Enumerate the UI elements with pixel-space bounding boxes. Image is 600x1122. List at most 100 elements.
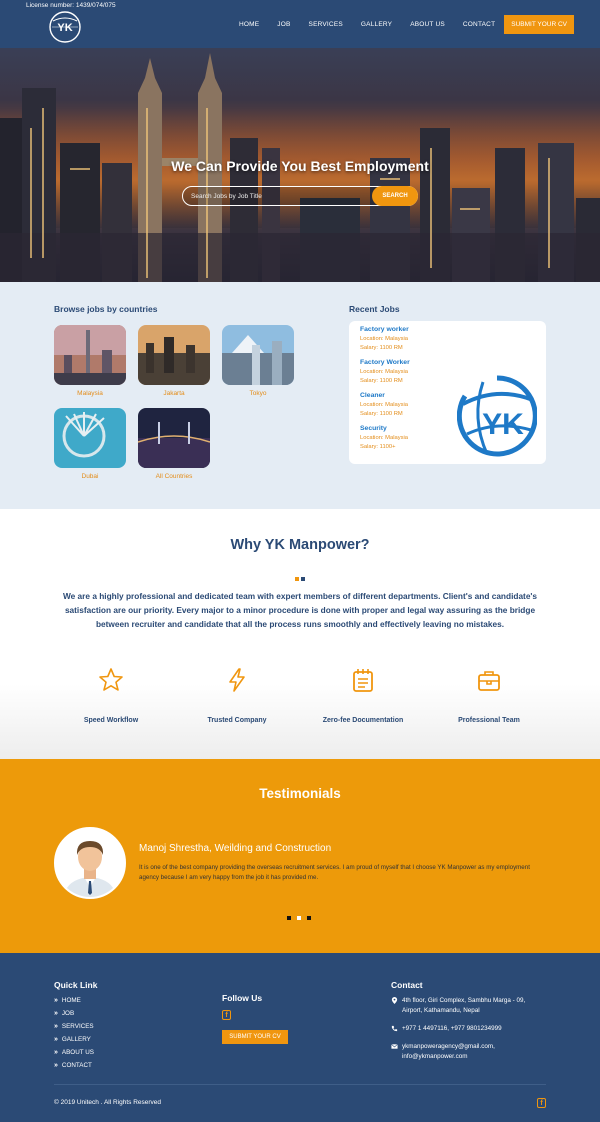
contact-phone: +977 1 4497116, +977 9801234999	[391, 1024, 502, 1034]
feature-label: Speed Workflow	[83, 717, 139, 724]
feature-speed-workflow: Speed Workflow	[51, 667, 171, 724]
star-icon	[99, 668, 123, 691]
jobs-section: Browse jobs by countries Malaysia Jakart…	[0, 282, 600, 509]
testimonials-section: Testimonials Manoj Shrestha, Weilding an…	[0, 759, 600, 953]
job-title[interactable]: Cleaner	[360, 392, 408, 399]
jakarta-image	[138, 325, 210, 385]
copyright: © 2019 Unitech . All Rights Reserved	[54, 1099, 162, 1106]
site-footer: Quick Link » HOME » JOB » SERVICES » GALLERY…	[0, 953, 600, 1122]
testimonial-text: It is one of the best company providing …	[139, 864, 530, 881]
hero-title: We Can Provide You Best Employment	[171, 158, 429, 174]
job-location: Location: Malaysia	[360, 369, 409, 375]
logo-text: YK	[57, 22, 72, 34]
malaysia-image	[54, 325, 126, 385]
country-label: Tokyo	[249, 390, 267, 397]
job-salary: Salary: 1100 RM	[360, 411, 403, 417]
job-location: Location: Malaysia	[360, 402, 409, 408]
briefcase-icon	[478, 671, 500, 691]
notepad-icon	[353, 669, 373, 692]
site-header: License number: 1439/074/075 YK HOME JOB…	[0, 0, 600, 48]
country-label: Jakarta	[163, 390, 185, 397]
feature-label: Trusted Company	[207, 717, 267, 724]
contact-email: ykmanpoweragency@gmail.com, info@ykmanpo…	[391, 1042, 495, 1062]
facebook-icon[interactable]: f	[222, 1010, 231, 1020]
feature-label: Zero-fee Documentation	[322, 717, 404, 724]
recent-jobs-heading: Recent Jobs	[349, 304, 400, 314]
country-card-all-countries[interactable]: All Countries	[138, 408, 210, 480]
recent-jobs-card: Factory worker Location: Malaysia Salary…	[349, 321, 546, 464]
job-location: Location: Malaysia	[360, 435, 409, 441]
feature-professional-team: Professional Team	[429, 667, 549, 724]
footer-divider	[54, 1084, 546, 1085]
facebook-icon-bottom[interactable]: f	[537, 1098, 546, 1108]
footer-link-about-us[interactable]: » ABOUT US	[54, 1049, 94, 1056]
hero-banner: We Can Provide You Best Employment SEARC…	[0, 48, 600, 282]
testimonial-author: Manoj Shrestha, Weilding and Constructio…	[139, 843, 332, 854]
feature-label: Professional Team	[458, 717, 520, 724]
why-title: Why YK Manpower?	[230, 537, 370, 553]
job-salary: Salary: 1100 RM	[360, 345, 403, 351]
dubai-image	[54, 408, 126, 468]
carousel-dot[interactable]	[287, 916, 291, 920]
envelope-icon	[391, 1044, 398, 1049]
footer-link-job[interactable]: » JOB	[54, 1010, 74, 1017]
job-title[interactable]: Factory worker	[360, 326, 409, 333]
map-pin-icon	[391, 997, 398, 1004]
testimonials-title: Testimonials	[259, 786, 341, 801]
logo-text: YK	[482, 408, 524, 441]
follow-us-heading: Follow Us	[222, 993, 263, 1003]
nav-about-us[interactable]: ABOUT US	[410, 21, 445, 28]
country-label: Malaysia	[77, 390, 103, 397]
search-button[interactable]: SEARCH	[372, 186, 418, 206]
tokyo-image	[222, 325, 294, 385]
browse-jobs-heading: Browse jobs by countries	[54, 304, 158, 314]
quick-link-heading: Quick Link	[54, 980, 98, 990]
submit-cv-button[interactable]: SUBMIT YOUR CV	[504, 15, 574, 34]
main-nav: HOME JOB SERVICES GALLERY ABOUT US CONTA…	[221, 15, 574, 34]
country-card-malaysia[interactable]: Malaysia	[54, 325, 126, 397]
logo[interactable]: YK	[48, 10, 82, 44]
job-salary: Salary: 1100 RM	[360, 378, 403, 384]
recent-job-item[interactable]: Factory worker Location: Malaysia Salary…	[360, 326, 409, 351]
nav-contact[interactable]: CONTACT	[463, 21, 495, 28]
why-description: We are a highly professional and dedicat…	[62, 591, 538, 629]
license-number: License number: 1439/074/075	[26, 2, 116, 9]
country-label: Dubai	[81, 473, 99, 480]
carousel-dot-active[interactable]	[297, 916, 301, 920]
job-salary: Salary: 1100+	[360, 444, 396, 450]
footer-link-services[interactable]: » SERVICES	[54, 1023, 94, 1030]
feature-zero-fee-documentation: Zero-fee Documentation	[303, 667, 423, 724]
yk-logo: YK	[457, 375, 537, 457]
phone-icon	[391, 1025, 398, 1032]
recent-job-item[interactable]: Security Location: Malaysia Salary: 1100…	[360, 425, 408, 450]
nav-job[interactable]: JOB	[277, 21, 290, 28]
country-card-tokyo[interactable]: Tokyo	[222, 325, 294, 397]
recent-job-item[interactable]: Cleaner Location: Malaysia Salary: 1100 …	[360, 392, 408, 417]
job-search-input[interactable]	[191, 187, 371, 205]
footer-link-contact[interactable]: » CONTACT	[54, 1062, 92, 1069]
recent-job-item[interactable]: Factory Worker Location: Malaysia Salary…	[360, 359, 410, 384]
why-section: Why YK Manpower? We are a highly profess…	[0, 509, 600, 759]
footer-link-gallery[interactable]: » GALLERY	[54, 1036, 91, 1043]
job-search-bar: SEARCH	[182, 186, 418, 206]
title-divider	[295, 577, 307, 581]
lightning-icon	[229, 668, 245, 692]
all-countries-image	[138, 408, 210, 468]
footer-link-home[interactable]: » HOME	[54, 997, 81, 1004]
nav-gallery[interactable]: GALLERY	[361, 21, 392, 28]
feature-trusted-company: Trusted Company	[177, 667, 297, 724]
carousel-dots	[287, 916, 317, 920]
contact-address: 4th floor, Giri Complex, Sambhu Marga - …	[391, 996, 525, 1016]
job-title[interactable]: Factory Worker	[360, 359, 410, 366]
nav-home[interactable]: HOME	[239, 21, 259, 28]
country-label: All Countries	[155, 473, 193, 480]
contact-heading: Contact	[391, 980, 423, 990]
country-card-dubai[interactable]: Dubai	[54, 408, 126, 480]
avatar	[54, 827, 126, 899]
job-title[interactable]: Security	[360, 425, 408, 432]
footer-submit-cv-button[interactable]: SUBMIT YOUR CV	[222, 1030, 288, 1044]
carousel-dot[interactable]	[307, 916, 311, 920]
country-card-jakarta[interactable]: Jakarta	[138, 325, 210, 397]
job-location: Location: Malaysia	[360, 336, 409, 342]
nav-services[interactable]: SERVICES	[309, 21, 343, 28]
